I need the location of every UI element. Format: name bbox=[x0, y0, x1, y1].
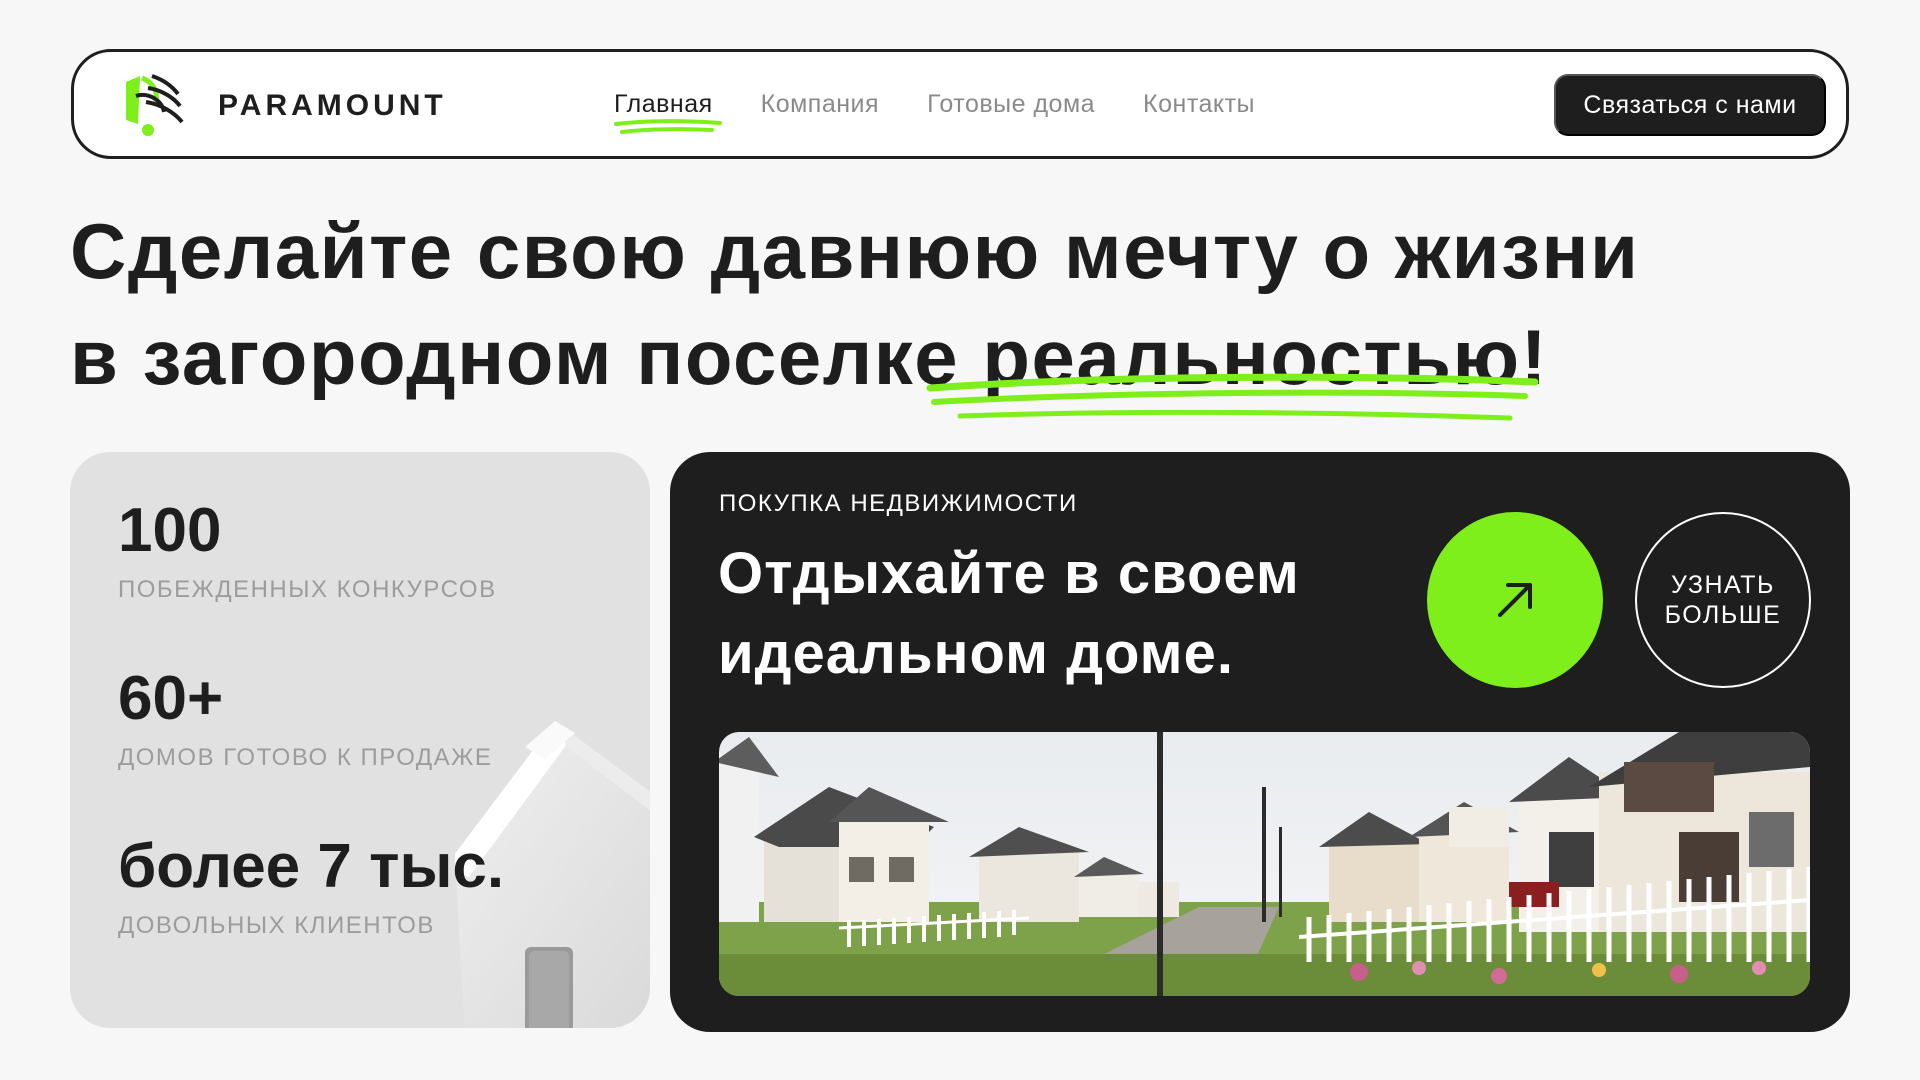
arrow-up-right-icon bbox=[1498, 583, 1532, 617]
open-button[interactable] bbox=[1427, 512, 1603, 688]
village-photo bbox=[719, 732, 1810, 996]
village-photo-image bbox=[719, 732, 1810, 996]
nav-item-company[interactable]: Компания bbox=[761, 90, 879, 119]
nav-item-ready-homes[interactable]: Готовые дома bbox=[927, 90, 1095, 119]
logo[interactable]: PARAMOUNT bbox=[118, 72, 447, 140]
hero-line-2-prefix: в загородном поселке bbox=[70, 313, 983, 401]
nav-item-label: Главная bbox=[614, 89, 713, 118]
stat-value: 100 bbox=[118, 496, 222, 565]
feature-title: Отдыхайте в своем идеальном доме. bbox=[718, 541, 1300, 686]
learn-more-button[interactable]: УЗНАТЬ БОЛЬШЕ bbox=[1635, 512, 1811, 688]
logo-text: PARAMOUNT bbox=[218, 89, 447, 122]
hero-line-1: Сделайте свою давнюю мечту о жизни bbox=[70, 207, 1640, 295]
stat-item: 60+ ДОМОВ ГОТОВО К ПРОДАЖЕ bbox=[118, 668, 492, 772]
stat-item: 100 ПОБЕЖДЕННЫХ КОНКУРСОВ bbox=[118, 500, 497, 604]
stat-value: 60+ bbox=[118, 664, 224, 733]
feature-kicker: ПОКУПКА НЕДВИЖИМОСТИ bbox=[719, 490, 1078, 517]
highlight-scribble bbox=[926, 373, 1539, 421]
contact-us-button[interactable]: Связаться с нами bbox=[1554, 74, 1826, 136]
stat-label: ДОВОЛЬНЫХ КЛИЕНТОВ bbox=[118, 912, 435, 939]
paramount-logo-icon bbox=[126, 74, 184, 136]
stat-value: более 7 тыс. bbox=[118, 832, 505, 901]
stats-card: 100 ПОБЕЖДЕННЫХ КОНКУРСОВ 60+ ДОМОВ ГОТО… bbox=[70, 452, 650, 1028]
nav-item-home[interactable]: Главная bbox=[614, 89, 722, 134]
active-underline-scribble bbox=[614, 118, 722, 134]
main-nav: Главная Компания Готовые дома Контакты bbox=[614, 52, 1255, 156]
nav-item-contacts[interactable]: Контакты bbox=[1143, 90, 1255, 119]
stat-label: ПОБЕЖДЕННЫХ КОНКУРСОВ bbox=[118, 576, 497, 603]
feature-card: ПОКУПКА НЕДВИЖИМОСТИ Отдыхайте в своем и… bbox=[670, 452, 1850, 1032]
stat-label: ДОМОВ ГОТОВО К ПРОДАЖЕ bbox=[118, 744, 493, 771]
stat-item: более 7 тыс. ДОВОЛЬНЫХ КЛИЕНТОВ bbox=[118, 836, 504, 940]
top-navbar: PARAMOUNT Главная Компания Готовые дома … bbox=[71, 49, 1849, 159]
